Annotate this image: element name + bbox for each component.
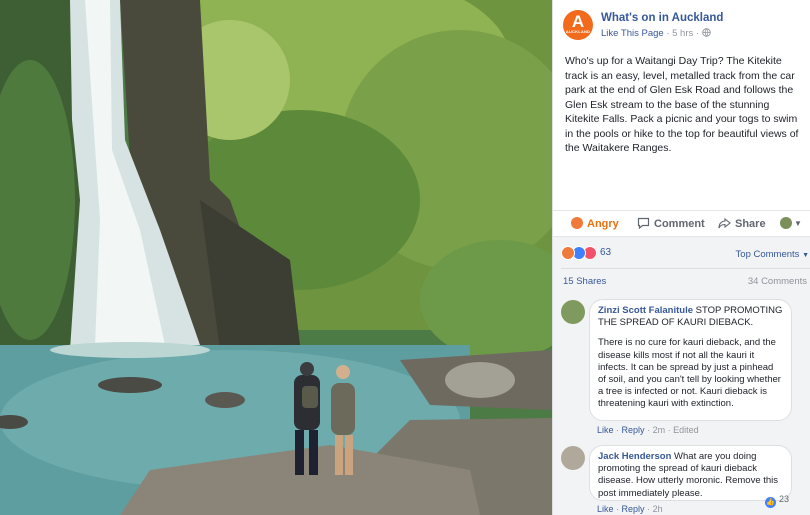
share-icon bbox=[718, 217, 731, 229]
comment-reply-link[interactable]: Reply bbox=[622, 504, 645, 514]
comment-like-link[interactable]: Like bbox=[597, 504, 614, 514]
logo-subtext: AUCKLAND bbox=[565, 29, 591, 34]
like-page-link[interactable]: Like This Page bbox=[601, 28, 664, 39]
top-comments-label: Top Comments bbox=[735, 249, 800, 260]
share-button[interactable]: Share bbox=[718, 217, 766, 230]
chevron-down-icon: ▼ bbox=[794, 219, 802, 228]
comment-body: There is no cure for kauri dieback, and … bbox=[598, 337, 781, 410]
globe-icon bbox=[701, 28, 711, 37]
user-avatar-icon bbox=[780, 217, 792, 229]
comments-count[interactable]: 34 Comments bbox=[748, 276, 807, 287]
comment-bubble: Jack Henderson What are you doing promot… bbox=[589, 445, 792, 501]
comment-footer: Like · Reply · 2m · Edited bbox=[597, 425, 699, 435]
comment-icon bbox=[637, 217, 650, 230]
comment-edited[interactable]: Edited bbox=[673, 425, 699, 435]
comment-button[interactable]: Comment bbox=[637, 217, 705, 230]
dot-separator: · bbox=[647, 425, 651, 435]
dot-separator: · bbox=[647, 504, 651, 514]
post-actions: Angry Comment Share ▼ bbox=[553, 210, 810, 237]
angry-reaction-icon bbox=[561, 246, 575, 260]
post-time[interactable]: 5 hrs bbox=[672, 28, 693, 39]
page-name[interactable]: What's on in Auckland bbox=[601, 12, 723, 24]
angry-label: Angry bbox=[587, 218, 619, 230]
comment-bubble: Zinzi Scott Falanitule STOP PROMOTING TH… bbox=[589, 299, 792, 421]
angry-reaction-button[interactable]: Angry bbox=[571, 217, 619, 230]
thumbs-up-icon: 👍 bbox=[765, 497, 776, 508]
comment-header: Zinzi Scott Falanitule STOP PROMOTING TH… bbox=[598, 305, 783, 329]
dot-separator: · bbox=[616, 425, 620, 435]
comment-reply-link[interactable]: Reply bbox=[622, 425, 645, 435]
comment-author[interactable]: Jack Henderson bbox=[598, 451, 671, 462]
post-text: Who's up for a Waitangi Day Trip? The Ki… bbox=[565, 55, 799, 154]
comment-like-link[interactable]: Like bbox=[597, 425, 614, 435]
top-comments-dropdown[interactable]: Top Comments ▼ bbox=[736, 249, 809, 260]
meta-separator-2: · bbox=[695, 28, 700, 39]
angry-emoji-icon bbox=[571, 217, 583, 229]
comment-like-count[interactable]: 👍 23 bbox=[765, 494, 789, 508]
commenter-avatar[interactable] bbox=[561, 300, 585, 324]
post-meta: Like This Page · 5 hrs · bbox=[601, 28, 711, 39]
shares-count[interactable]: 15 Shares bbox=[563, 276, 606, 287]
post-as-selector[interactable]: ▼ bbox=[780, 217, 802, 230]
comment-footer: Like · Reply · 2h bbox=[597, 504, 663, 514]
share-label: Share bbox=[735, 218, 766, 230]
comments-section: 63 Top Comments ▼ 15 Shares 34 Comments … bbox=[553, 236, 810, 515]
post-photo-waterfall[interactable] bbox=[0, 0, 552, 515]
comment-author[interactable]: Zinzi Scott Falanitule bbox=[598, 305, 693, 316]
meta-separator: · bbox=[666, 28, 670, 39]
dot-separator: · bbox=[616, 504, 620, 514]
page-avatar[interactable]: A AUCKLAND bbox=[563, 10, 593, 40]
reaction-count[interactable]: 63 bbox=[600, 247, 611, 258]
caret-down-icon: ▼ bbox=[802, 252, 809, 259]
commenter-avatar[interactable] bbox=[561, 446, 585, 470]
comment-time[interactable]: 2m bbox=[653, 425, 666, 435]
comment-label: Comment bbox=[654, 218, 705, 230]
dot-separator: · bbox=[667, 425, 671, 435]
comment-like-number: 23 bbox=[779, 494, 790, 504]
post-header: A AUCKLAND What's on in Auckland Like Th… bbox=[563, 10, 803, 40]
comment-time[interactable]: 2h bbox=[653, 504, 663, 514]
divider bbox=[561, 268, 810, 269]
logo-letter: A bbox=[571, 12, 585, 31]
post-panel: A AUCKLAND What's on in Auckland Like Th… bbox=[552, 0, 810, 515]
